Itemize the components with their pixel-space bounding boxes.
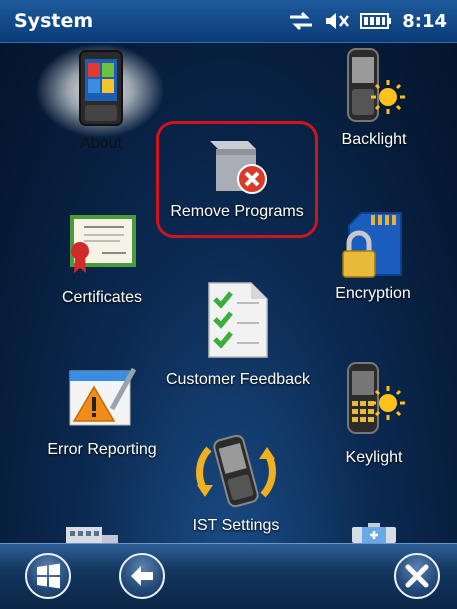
tile-certificates-label: Certificates [61,289,143,306]
tile-error-reporting[interactable]: Error Reporting [40,365,164,459]
tile-customer-feedback-label: Customer Feedback [165,371,311,388]
tile-remove-programs[interactable]: Remove Programs [165,135,309,221]
tile-error-reporting-label: Error Reporting [47,441,157,458]
phone-icon [79,50,123,126]
building-icon [66,527,118,543]
tile-encryption[interactable]: Encryption [330,211,416,303]
status-title: System [14,10,94,32]
battery-settings-icon [352,523,396,543]
error-report-icon [69,367,137,426]
close-icon [405,564,429,588]
checklist-icon [208,282,268,358]
icon-grid: About Backlight Remove Programs Certific… [0,43,457,543]
start-button[interactable] [25,553,71,599]
tile-about[interactable]: About [61,49,141,153]
tile-certificates[interactable]: Certificates [52,213,152,307]
tile-customer-feedback[interactable]: Customer Feedback [160,281,316,389]
tile-backlight-label: Backlight [341,131,407,148]
status-icons: 8:14 [288,8,447,34]
encryption-icon [342,212,402,278]
volume-muted-icon [324,10,350,32]
tile-backlight[interactable]: Backlight [332,47,416,149]
status-time: 8:14 [402,10,447,32]
battery-icon [360,12,392,30]
back-arrow-icon [131,566,153,586]
windows-start-icon [37,563,60,589]
close-button[interactable] [394,553,440,599]
tile-about-label: About [80,135,122,152]
bottom-bar [0,543,457,609]
remove-programs-icon [210,141,267,194]
keylight-icon [347,362,405,434]
tile-keylight-label: Keylight [345,449,403,466]
certificate-icon [70,215,136,273]
status-bar: System 8:14 [0,0,457,43]
backlight-icon [347,48,405,122]
tile-remove-programs-label: Remove Programs [170,203,304,220]
data-sync-icon [288,10,314,32]
tile-keylight[interactable]: Keylight [332,361,416,467]
back-button[interactable] [119,553,165,599]
tile-ist-settings[interactable]: IST Settings [180,435,292,535]
ist-settings-icon [196,435,276,508]
tile-encryption-label: Encryption [335,285,411,302]
tile-ist-settings-label: IST Settings [192,517,280,534]
